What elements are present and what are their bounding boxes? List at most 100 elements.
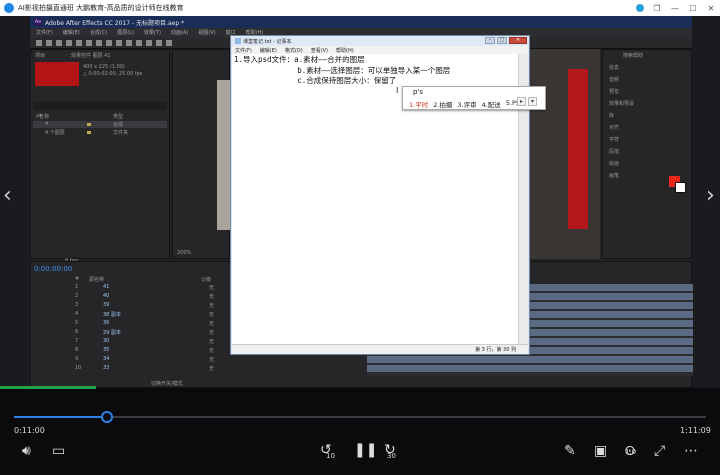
pan-behind-tool-icon[interactable] bbox=[86, 40, 92, 46]
zoom-tool-icon[interactable] bbox=[56, 40, 62, 46]
panel-item-paint[interactable]: 绘画 bbox=[609, 160, 619, 167]
selection-tool-icon[interactable] bbox=[36, 40, 42, 46]
progress-track[interactable] bbox=[14, 416, 706, 418]
layer-duration-bar[interactable] bbox=[367, 365, 693, 372]
puppet-tool-icon[interactable] bbox=[166, 40, 172, 46]
ae-menu-animation[interactable]: 动画(A) bbox=[171, 29, 188, 36]
ae-menu-edit[interactable]: 编辑(E) bbox=[63, 29, 80, 36]
project-row[interactable]: 4 合成 bbox=[33, 121, 167, 128]
rotate-tool-icon[interactable] bbox=[66, 40, 72, 46]
layer-parent[interactable]: 无 bbox=[209, 293, 214, 300]
notepad-maximize-icon[interactable]: □ bbox=[497, 37, 507, 44]
panel-item-align[interactable]: 对齐 bbox=[609, 124, 619, 131]
ime-candidate-window: p's 1.平时 2.拍摄 3.评审 4.配送 5.PS ▸ ▾ bbox=[402, 86, 546, 110]
restore-icon[interactable]: ❐ bbox=[648, 4, 666, 13]
column-name[interactable]: 名称 bbox=[39, 113, 49, 120]
brush-tool-icon[interactable] bbox=[126, 40, 132, 46]
layer-parent[interactable]: 无 bbox=[209, 338, 214, 345]
layer-row[interactable]: 3 39 无 bbox=[31, 302, 231, 309]
pen-tool-icon[interactable] bbox=[106, 40, 112, 46]
camera-tool-icon[interactable] bbox=[76, 40, 82, 46]
hand-tool-icon[interactable] bbox=[46, 40, 52, 46]
panel-item-library[interactable]: 库 bbox=[609, 112, 614, 119]
notepad-minimize-icon[interactable]: – bbox=[485, 37, 495, 44]
layer-row[interactable]: 6 29 副本 无 bbox=[31, 329, 231, 336]
layer-parent[interactable]: 无 bbox=[209, 320, 214, 327]
layer-parent[interactable]: 无 bbox=[209, 356, 214, 363]
layer-row[interactable]: 10 33 无 bbox=[31, 365, 231, 372]
maximize-icon[interactable]: ☐ bbox=[684, 4, 702, 13]
pen-icon[interactable]: ✎ bbox=[564, 443, 576, 459]
composition-viewer[interactable]: 200% bbox=[172, 49, 231, 259]
layer-number: 8 bbox=[75, 347, 79, 353]
type-tool-icon[interactable] bbox=[116, 40, 122, 46]
close-icon[interactable]: ✕ bbox=[702, 4, 720, 13]
pin-icon[interactable] bbox=[636, 4, 644, 12]
project-tab[interactable]: 项目 bbox=[35, 52, 45, 59]
layer-parent[interactable]: 无 bbox=[209, 311, 214, 318]
layer-duration-bar[interactable] bbox=[367, 356, 693, 363]
panel-item-effects[interactable]: 效果和预设 bbox=[609, 100, 634, 107]
layer-row[interactable]: 2 40 无 bbox=[31, 293, 231, 300]
next-arrow-icon[interactable]: › bbox=[706, 183, 715, 208]
layer-parent[interactable]: 无 bbox=[209, 302, 214, 309]
previous-arrow-icon[interactable]: ‹ bbox=[3, 183, 12, 208]
zoom-level[interactable]: 200% bbox=[177, 250, 191, 256]
ime-candidate[interactable]: 2.拍摄 bbox=[433, 99, 452, 109]
ime-expand-icon[interactable]: ▾ bbox=[528, 97, 537, 106]
ae-menu-effect[interactable]: 效果(T) bbox=[144, 29, 161, 36]
column-type[interactable]: 类型 bbox=[113, 113, 123, 120]
panel-item-preview[interactable]: 预览 bbox=[609, 88, 619, 95]
panel-item-info[interactable]: 信息 bbox=[609, 64, 619, 71]
notepad-menu-edit[interactable]: 编辑(E) bbox=[260, 47, 277, 54]
eraser-tool-icon[interactable] bbox=[146, 40, 152, 46]
notepad-menu-format[interactable]: 格式(O) bbox=[285, 47, 303, 54]
progress-knob[interactable] bbox=[100, 411, 113, 423]
ae-menu-view[interactable]: 视图(V) bbox=[198, 29, 215, 36]
layer-parent[interactable]: 无 bbox=[209, 347, 214, 354]
danmaku-icon[interactable]: ▭ bbox=[52, 443, 65, 459]
effect-controls-tab[interactable]: 效果控件 图层 41 bbox=[71, 52, 111, 59]
minimize-icon[interactable]: — bbox=[666, 4, 684, 13]
panel-item-audio[interactable]: 音频 bbox=[609, 76, 619, 83]
notepad-menu-help[interactable]: 帮助(H) bbox=[336, 47, 354, 54]
layer-row[interactable]: 5 36 无 bbox=[31, 320, 231, 327]
volume-icon[interactable]: 🔊︎ bbox=[22, 443, 31, 459]
notepad-menu-file[interactable]: 文件(F) bbox=[235, 47, 252, 54]
column-parent: 父级 bbox=[201, 277, 212, 283]
ime-candidate[interactable]: 4.配送 bbox=[482, 99, 501, 109]
panel-item-brush[interactable]: 画笔 bbox=[609, 172, 619, 179]
picture-in-picture-icon[interactable]: ▣ bbox=[594, 443, 607, 459]
ime-next-icon[interactable]: ▸ bbox=[517, 97, 526, 106]
ae-menu-layer[interactable]: 图层(L) bbox=[117, 29, 134, 36]
timecode[interactable]: 0:00:00:00 bbox=[34, 265, 72, 273]
layer-parent[interactable]: 无 bbox=[209, 365, 214, 372]
project-row[interactable]: 4 个图层 文件夹 bbox=[33, 129, 167, 136]
toggle-switches-modes[interactable]: 切换开关/模式 bbox=[151, 380, 183, 387]
roto-tool-icon[interactable] bbox=[156, 40, 162, 46]
panel-item-character[interactable]: 字符 bbox=[609, 136, 619, 143]
pause-icon[interactable]: ❚❚ bbox=[354, 442, 377, 458]
project-search-input[interactable]: ρ▾ bbox=[33, 102, 167, 119]
panel-item-paragraph[interactable]: 段落 bbox=[609, 148, 619, 155]
layer-row[interactable]: 8 35 无 bbox=[31, 347, 231, 354]
ime-candidate[interactable]: 3.评审 bbox=[457, 99, 476, 109]
layer-row[interactable]: 1 41 无 bbox=[31, 284, 231, 291]
clone-tool-icon[interactable] bbox=[136, 40, 142, 46]
ae-menu-composition[interactable]: 合成(C) bbox=[90, 29, 107, 36]
more-icon[interactable]: ⋯ bbox=[684, 443, 698, 459]
layer-row[interactable]: 9 34 无 bbox=[31, 356, 231, 363]
layer-parent[interactable]: 无 bbox=[209, 329, 214, 336]
layer-row[interactable]: 7 30 无 bbox=[31, 338, 231, 345]
layer-parent[interactable]: 无 bbox=[209, 284, 214, 291]
notepad-close-icon[interactable]: ✕ bbox=[509, 37, 527, 44]
fullscreen-icon[interactable]: ⤢ bbox=[654, 443, 665, 459]
search-help[interactable]: 搜索帮助 bbox=[623, 52, 643, 59]
layer-row[interactable]: 4 38 副本 无 bbox=[31, 311, 231, 318]
composition-viewer-right[interactable] bbox=[530, 49, 600, 259]
notepad-menu-view[interactable]: 查看(V) bbox=[311, 47, 328, 54]
ae-menu-file[interactable]: 文件(F) bbox=[36, 29, 53, 36]
mask-tool-icon[interactable] bbox=[96, 40, 102, 46]
ime-candidate[interactable]: 1.平时 bbox=[409, 99, 428, 109]
stroke-color-swatch[interactable] bbox=[675, 182, 686, 193]
